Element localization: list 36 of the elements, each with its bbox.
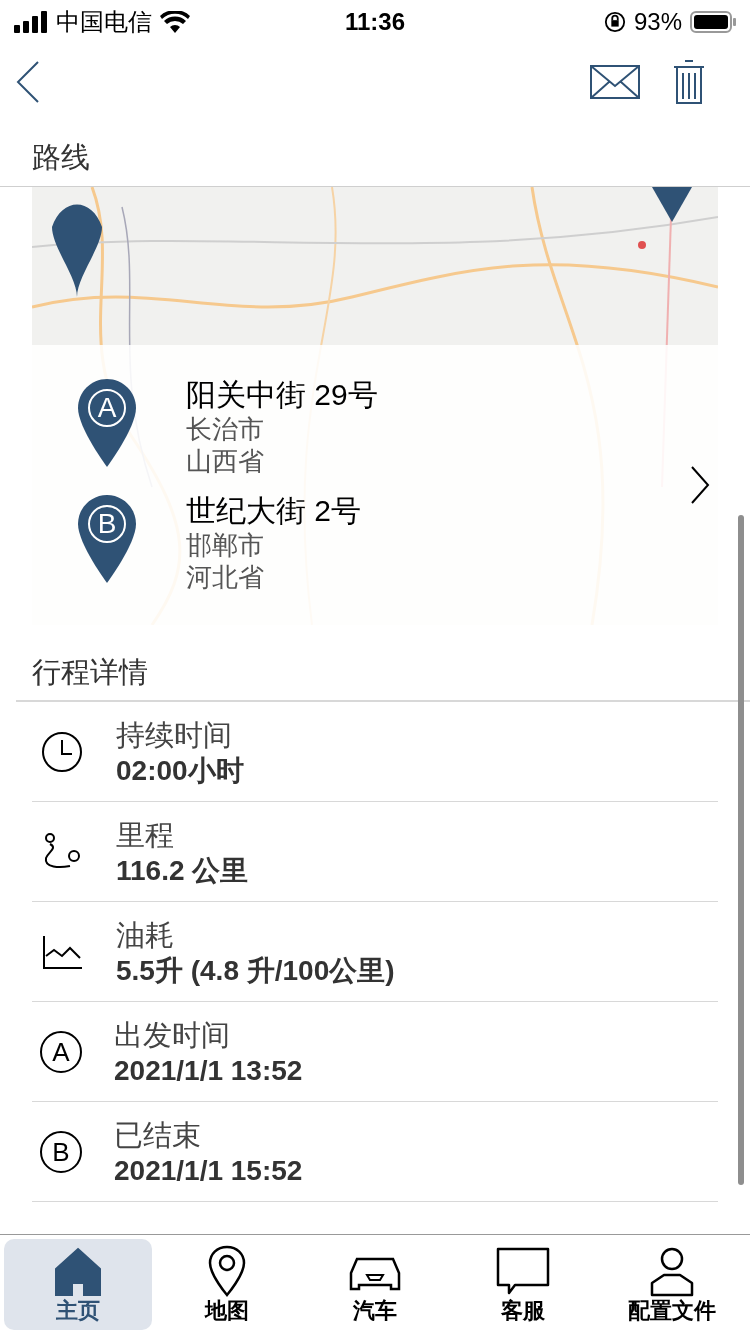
detail-value: 116.2 公里: [116, 853, 249, 888]
section-title: 行程详情: [32, 655, 148, 688]
rotation-lock-icon: [603, 11, 626, 33]
carrier-name: 中国电信: [56, 7, 152, 37]
chevron-right-icon: [690, 464, 710, 505]
waypoint-street: 世纪大街 2号: [186, 492, 362, 529]
battery-icon: [690, 11, 736, 33]
waypoint-province: 河北省: [186, 560, 265, 593]
detail-value: 2021/1/1 15:52: [114, 1153, 303, 1188]
waypoint-city: 长治市: [186, 412, 265, 445]
signal-icon: [14, 11, 48, 33]
route-map[interactable]: A 阳关中街 29号 长治市 山西省 B 世纪大街 2号 邯郸市 河北省: [32, 186, 718, 625]
detail-value: 2021/1/1 13:52: [114, 1053, 303, 1088]
detail-label: 里程: [116, 817, 175, 853]
pin-letter: B: [96, 507, 118, 540]
detail-value: 5.5升 (4.8 升/100公里): [116, 953, 395, 988]
detail-label: 油耗: [116, 917, 175, 953]
detail-label: 已结束: [114, 1117, 202, 1153]
detail-value: 02:00小时: [116, 753, 244, 788]
route-card[interactable]: A 阳关中街 29号 长治市 山西省 B 世纪大街 2号 邯郸市 河北省: [32, 344, 718, 625]
clock-time: 11:36: [343, 7, 407, 37]
trash-icon: [672, 59, 706, 105]
mail-button[interactable]: [590, 65, 640, 99]
section-title: 路线: [32, 141, 90, 173]
waypoint-province: 山西省: [186, 444, 265, 477]
wifi-icon: [160, 11, 190, 33]
waypoint-city: 邯郸市: [186, 528, 265, 561]
detail-label: 持续时间: [116, 717, 233, 753]
waypoint-street: 阳关中街 29号: [186, 376, 378, 413]
battery-percent: 93%: [633, 7, 682, 37]
tab-bar-item[interactable]: 主页: [4, 1239, 153, 1330]
detail-label: 出发时间: [114, 1017, 231, 1053]
mail-icon: [590, 65, 640, 99]
delete-button[interactable]: [672, 59, 706, 105]
pin-letter: A: [96, 391, 118, 424]
clock-icon: [40, 729, 84, 774]
